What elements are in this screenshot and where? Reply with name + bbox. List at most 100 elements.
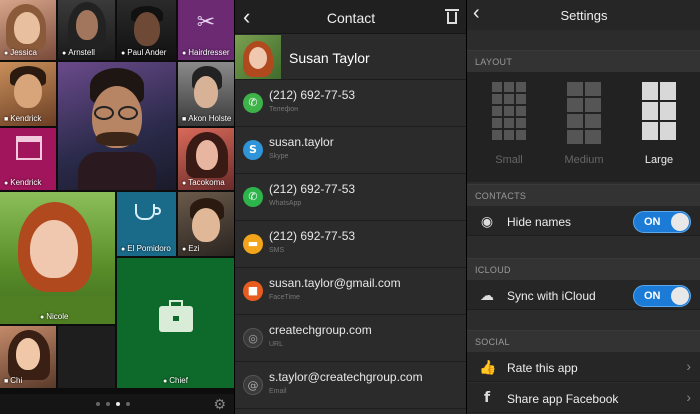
share-facebook-row[interactable]: f Share app Facebook › xyxy=(467,383,700,413)
tile-label: Paul Ander xyxy=(127,48,167,57)
tile-kendrick-shop[interactable]: ● Kendrick xyxy=(0,128,56,190)
grid-small-icon xyxy=(492,82,526,140)
page-dot xyxy=(126,402,130,406)
globe-icon: ◎ xyxy=(243,328,263,348)
tile-jackson-large[interactable] xyxy=(58,62,176,190)
contact-label: Email xyxy=(269,388,287,395)
contact-row-email[interactable]: @ s.taylor@createchgroup.com Email xyxy=(235,362,466,409)
tile-label: Tacokoma xyxy=(188,178,225,187)
page-title: Settings xyxy=(560,8,608,23)
pager-bar: ⚙ xyxy=(0,394,234,414)
tile-arnstell[interactable]: ● Arnstell xyxy=(58,0,115,60)
sync-icloud-toggle[interactable]: ON xyxy=(633,285,691,307)
nav-bar: ‹ Settings xyxy=(467,0,700,30)
tile-kendrick[interactable]: ■ Kendrick xyxy=(0,62,56,126)
tile-ezi[interactable]: ● Ezi xyxy=(178,192,234,256)
layout-option-medium[interactable]: Medium xyxy=(554,82,614,172)
tile-label: Arnstell xyxy=(68,48,95,57)
contact-value: createchgroup.com xyxy=(269,323,372,337)
sms-icon: ▬ xyxy=(243,234,263,254)
tile-label: Akon Holste xyxy=(188,114,232,123)
nav-bar: ‹ Contact xyxy=(235,0,466,34)
coffee-handle xyxy=(155,207,161,215)
tile-grid-screen: ● Jessica ● Arnstell ● Paul Ander ✂ ● Hairdr… xyxy=(0,0,234,414)
chevron-right-icon: › xyxy=(686,389,691,405)
coffee-cup-icon xyxy=(135,204,155,220)
tile-chief[interactable]: ● Chief xyxy=(117,258,234,388)
contact-row-whatsapp[interactable]: ✆ (212) 692-77-53 WhatsApp xyxy=(235,174,466,221)
setting-label: Rate this app xyxy=(507,361,578,375)
gear-icon[interactable]: ⚙ xyxy=(213,396,226,413)
contact-row-phone[interactable]: ✆ (212) 692-77-53 Телефон xyxy=(235,80,466,127)
page-title: Contact xyxy=(326,10,376,26)
contact-row-url[interactable]: ◎ createchgroup.com URL xyxy=(235,315,466,362)
page-dot xyxy=(106,402,110,406)
page-dot-active xyxy=(116,402,120,406)
contact-row-sms[interactable]: ▬ (212) 692-77-53 SMS xyxy=(235,221,466,268)
avatar[interactable] xyxy=(235,35,281,79)
video-icon: ■ xyxy=(182,116,187,123)
tile-label: Chi xyxy=(10,376,23,385)
page-indicator[interactable] xyxy=(96,402,130,406)
grid-medium-icon xyxy=(567,82,601,144)
whatsapp-icon: ✆ xyxy=(243,187,263,207)
section-header-layout: LAYOUT xyxy=(467,50,700,72)
contact-label: Телефон xyxy=(269,106,299,113)
photo-face xyxy=(14,74,42,108)
setting-label: Share app Facebook xyxy=(507,392,619,406)
photo-shirt xyxy=(78,152,156,190)
tile-paul[interactable]: ● Paul Ander xyxy=(117,0,176,60)
briefcase-handle xyxy=(169,300,183,308)
layout-label: Small xyxy=(495,154,523,166)
photo-face xyxy=(76,10,98,40)
trash-icon[interactable] xyxy=(445,9,459,24)
photo-face xyxy=(196,140,218,170)
chat-icon: ● xyxy=(4,180,9,187)
cloud-icon: ☁ xyxy=(480,287,494,303)
hide-names-toggle[interactable]: ON xyxy=(633,211,691,233)
chat-icon: ● xyxy=(182,246,187,253)
thumbs-up-icon: 👍 xyxy=(479,359,497,375)
tile-chi[interactable]: ■ Chi xyxy=(0,326,56,388)
photo-face xyxy=(192,208,220,242)
tile-label: Chief xyxy=(169,376,188,385)
tile-el-pomidoro[interactable]: ● El Pomidoro xyxy=(117,192,176,256)
contact-name: Susan Taylor xyxy=(289,50,370,66)
tile-label: El Pomidoro xyxy=(127,244,171,253)
tile-jessica[interactable]: ● Jessica xyxy=(0,0,56,60)
contact-row-skype[interactable]: S susan.taylor Skype xyxy=(235,127,466,174)
tile-tacokoma[interactable]: ● Tacokoma xyxy=(178,128,234,190)
chat-icon: ● xyxy=(4,50,9,57)
tile-label: Ezi xyxy=(188,244,200,253)
phone-icon: ✆ xyxy=(243,93,263,113)
video-icon: ■ xyxy=(4,116,9,123)
section-header-social: SOCIAL xyxy=(467,330,700,352)
layout-label: Medium xyxy=(564,154,604,166)
contact-value: (212) 692-77-53 xyxy=(269,182,356,196)
layout-option-small[interactable]: Small xyxy=(479,82,539,172)
setting-hide-names: ◉ Hide names ON xyxy=(467,206,700,236)
grid-large-icon xyxy=(642,82,676,140)
contact-label: URL xyxy=(269,341,284,348)
section-header-icloud: ICLOUD xyxy=(467,258,700,280)
glasses-right xyxy=(118,106,138,120)
photo-beard xyxy=(96,132,138,146)
tile-akon[interactable]: ■ Akon Holste xyxy=(178,62,234,126)
tile-label: Jessica xyxy=(10,48,37,57)
store-awning xyxy=(16,136,42,142)
tile-nicole-large[interactable]: ● Nicole xyxy=(0,192,115,324)
contact-row-facetime[interactable]: ■ susan.taylor@gmail.com FaceTime xyxy=(235,268,466,315)
rate-app-row[interactable]: 👍 Rate this app › xyxy=(467,352,700,382)
tile-hairdresser[interactable]: ✂ ● Hairdresser xyxy=(178,0,234,60)
setting-sync-icloud: ☁ Sync with iCloud ON xyxy=(467,280,700,310)
skype-icon: S xyxy=(243,140,263,160)
video-icon: ■ xyxy=(4,378,9,385)
chevron-right-icon: › xyxy=(686,358,691,374)
contact-label: WhatsApp xyxy=(269,200,302,207)
layout-option-large[interactable]: Large xyxy=(629,82,689,172)
contact-label: SMS xyxy=(269,247,285,254)
phone-icon: ● xyxy=(121,246,126,253)
tile-label: Nicole xyxy=(46,312,69,321)
setting-label: Hide names xyxy=(507,215,572,229)
section-header-contacts: CONTACTS xyxy=(467,184,700,206)
